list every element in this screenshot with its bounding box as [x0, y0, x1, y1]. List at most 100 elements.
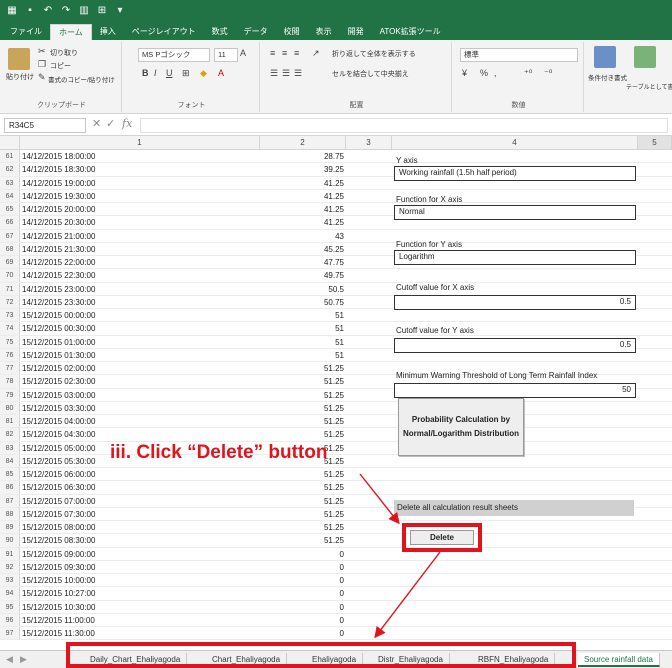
percent-icon[interactable]: %	[480, 68, 488, 78]
date-cell[interactable]: 14/12/2015 19:30:00	[22, 190, 95, 203]
row-number[interactable]: 84	[0, 454, 20, 467]
rainfall-value-cell[interactable]: 0	[260, 627, 344, 640]
date-cell[interactable]: 14/12/2015 19:00:00	[22, 177, 95, 190]
column-header-1[interactable]: 1	[20, 136, 260, 150]
format-table-icon[interactable]	[634, 46, 656, 68]
rainfall-value-cell[interactable]: 49.75	[260, 269, 344, 282]
rainfall-value-cell[interactable]: 51	[260, 349, 344, 362]
cut-button[interactable]: 切り取り	[50, 48, 78, 58]
date-cell[interactable]: 15/12/2015 09:30:00	[22, 561, 95, 574]
date-cell[interactable]: 15/12/2015 05:00:00	[22, 442, 95, 455]
row-number[interactable]: 73	[0, 309, 20, 322]
date-cell[interactable]: 14/12/2015 20:00:00	[22, 203, 95, 216]
tab-page-layout[interactable]: ページレイアウト	[124, 24, 204, 40]
date-cell[interactable]: 15/12/2015 01:00:00	[22, 336, 95, 349]
date-cell[interactable]: 15/12/2015 08:00:00	[22, 521, 95, 534]
rainfall-value-cell[interactable]: 0	[260, 601, 344, 614]
italic-icon[interactable]: I	[154, 68, 157, 78]
column-header-2[interactable]: 2	[260, 136, 346, 150]
rainfall-value-cell[interactable]: 51.25	[260, 362, 344, 375]
align-middle-icon[interactable]: ≡	[282, 48, 287, 58]
row-number[interactable]: 68	[0, 242, 20, 255]
date-cell[interactable]: 15/12/2015 06:30:00	[22, 481, 95, 494]
rainfall-value-cell[interactable]: 51	[260, 336, 344, 349]
row-number[interactable]: 72	[0, 295, 20, 308]
rainfall-value-cell[interactable]: 0	[260, 587, 344, 600]
row-number[interactable]: 69	[0, 256, 20, 269]
date-cell[interactable]: 15/12/2015 04:00:00	[22, 415, 95, 428]
date-cell[interactable]: 15/12/2015 10:30:00	[22, 601, 95, 614]
row-number[interactable]: 66	[0, 216, 20, 229]
row-number[interactable]: 94	[0, 587, 20, 600]
row-number[interactable]: 71	[0, 282, 20, 295]
date-cell[interactable]: 15/12/2015 10:27:00	[22, 587, 95, 600]
rainfall-value-cell[interactable]: 51.25	[260, 534, 344, 547]
tab-data[interactable]: データ	[236, 24, 276, 40]
date-cell[interactable]: 15/12/2015 07:30:00	[22, 508, 95, 521]
rainfall-value-cell[interactable]: 51.25	[260, 468, 344, 481]
rainfall-value-cell[interactable]: 51.25	[260, 508, 344, 521]
row-number[interactable]: 80	[0, 401, 20, 414]
row-number[interactable]: 65	[0, 203, 20, 216]
date-cell[interactable]: 15/12/2015 11:00:00	[22, 614, 95, 627]
rainfall-value-cell[interactable]: 43	[260, 230, 344, 243]
cancel-icon[interactable]: ✕	[92, 117, 101, 130]
conditional-format-icon[interactable]	[594, 46, 616, 68]
min-warning-field[interactable]: 50	[394, 383, 636, 398]
date-cell[interactable]: 15/12/2015 03:30:00	[22, 402, 95, 415]
tab-insert[interactable]: 挿入	[92, 24, 124, 40]
rainfall-value-cell[interactable]: 51.25	[260, 428, 344, 441]
font-size-combo[interactable]: 11	[214, 48, 238, 62]
date-cell[interactable]: 15/12/2015 05:30:00	[22, 455, 95, 468]
formula-input[interactable]	[140, 118, 668, 133]
row-number[interactable]: 63	[0, 176, 20, 189]
sheet-tab-source-rainfall[interactable]: Source rainfall data	[578, 653, 660, 667]
row-number[interactable]: 75	[0, 335, 20, 348]
cut-icon[interactable]: ✂	[38, 46, 46, 57]
copy-icon[interactable]: ❐	[38, 59, 46, 70]
row-number[interactable]: 82	[0, 428, 20, 441]
column-header-5[interactable]: 5	[638, 136, 672, 150]
row-number[interactable]: 76	[0, 348, 20, 361]
align-bottom-icon[interactable]: ≡	[294, 48, 299, 58]
row-number[interactable]: 86	[0, 481, 20, 494]
increase-decimal-icon[interactable]: ⁺⁰	[524, 68, 532, 79]
row-number[interactable]: 89	[0, 521, 20, 534]
row-number[interactable]: 88	[0, 507, 20, 520]
rainfall-value-cell[interactable]: 51.25	[260, 521, 344, 534]
cutoff-x-field[interactable]: 0.5	[394, 295, 636, 310]
rainfall-value-cell[interactable]: 0	[260, 574, 344, 587]
date-cell[interactable]: 15/12/2015 00:00:00	[22, 309, 95, 322]
fill-color-icon[interactable]: ◆	[200, 68, 207, 79]
date-cell[interactable]: 15/12/2015 02:30:00	[22, 375, 95, 388]
date-cell[interactable]: 14/12/2015 23:30:00	[22, 296, 95, 309]
row-number[interactable]: 95	[0, 600, 20, 613]
row-number[interactable]: 83	[0, 441, 20, 454]
row-number[interactable]: 70	[0, 269, 20, 282]
format-table-button[interactable]: テーブルとして書式設定	[626, 82, 672, 91]
date-cell[interactable]: 14/12/2015 22:00:00	[22, 256, 95, 269]
date-cell[interactable]: 15/12/2015 09:00:00	[22, 548, 95, 561]
rainfall-value-cell[interactable]: 41.25	[260, 177, 344, 190]
date-cell[interactable]: 15/12/2015 04:30:00	[22, 428, 95, 441]
date-cell[interactable]: 14/12/2015 22:30:00	[22, 269, 95, 282]
row-number[interactable]: 62	[0, 163, 20, 176]
row-number[interactable]: 79	[0, 388, 20, 401]
rainfall-value-cell[interactable]: 47.75	[260, 256, 344, 269]
date-cell[interactable]: 14/12/2015 18:30:00	[22, 163, 95, 176]
tab-view[interactable]: 表示	[308, 24, 340, 40]
date-cell[interactable]: 14/12/2015 21:00:00	[22, 230, 95, 243]
comma-icon[interactable]: ,	[494, 68, 497, 78]
rainfall-value-cell[interactable]: 51.25	[260, 481, 344, 494]
rainfall-value-cell[interactable]: 41.25	[260, 203, 344, 216]
rainfall-value-cell[interactable]: 51.25	[260, 375, 344, 388]
row-number[interactable]: 78	[0, 375, 20, 388]
date-cell[interactable]: 14/12/2015 20:30:00	[22, 216, 95, 229]
date-cell[interactable]: 15/12/2015 03:00:00	[22, 389, 95, 402]
delete-button[interactable]: Delete	[410, 530, 474, 545]
copy-button[interactable]: コピー	[50, 61, 71, 71]
select-all-corner[interactable]	[0, 136, 20, 150]
align-right-icon[interactable]: ☰	[294, 68, 302, 79]
column-header-3[interactable]: 3	[346, 136, 392, 150]
date-cell[interactable]: 15/12/2015 07:00:00	[22, 495, 95, 508]
